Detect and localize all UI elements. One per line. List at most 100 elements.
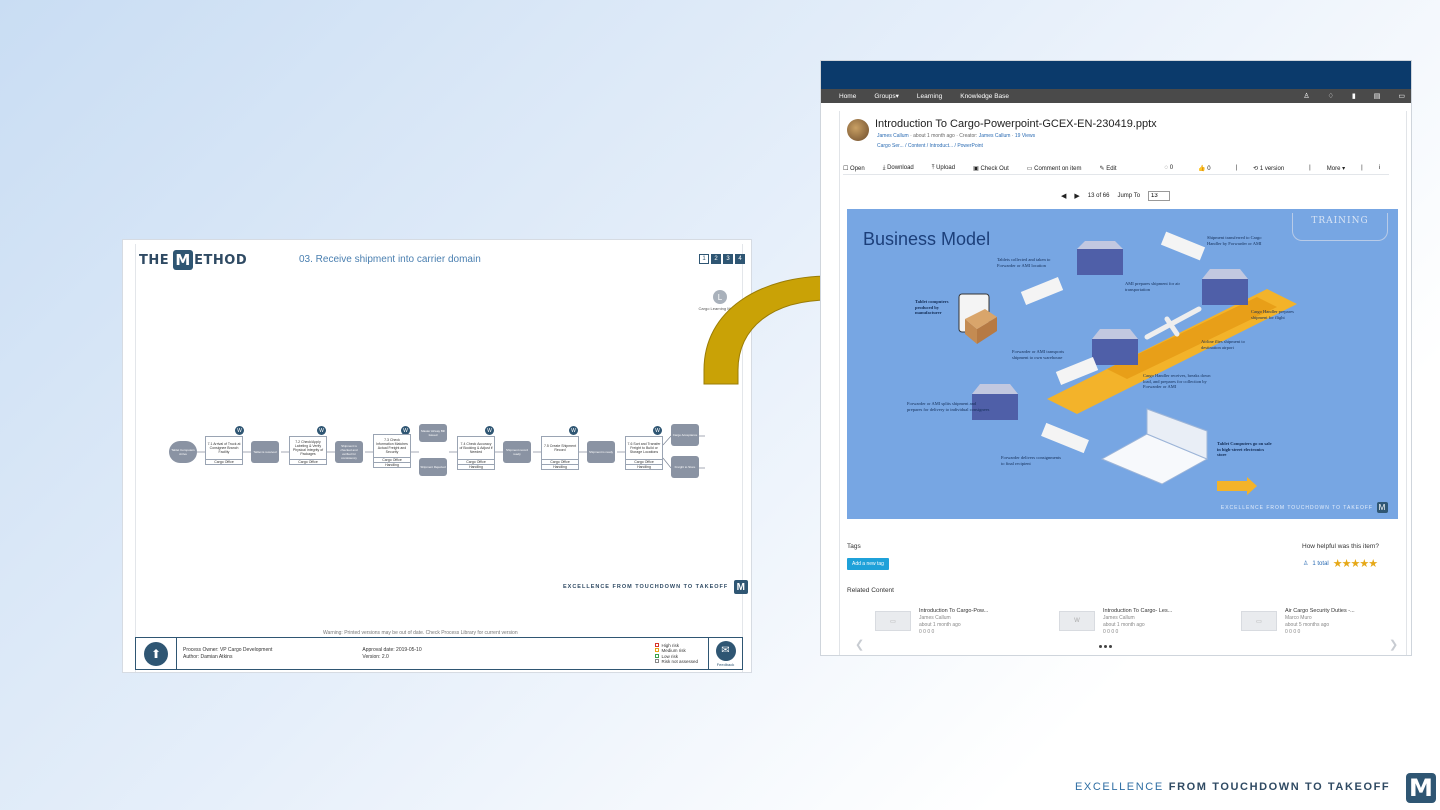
likes-count[interactable]: 👍 0 [1198,165,1219,172]
w-icon[interactable]: W [569,426,578,435]
flow-step-7-6[interactable]: 7.6 Sort and Transfer Freight to Build o… [625,436,663,470]
word-file-icon: W [1059,611,1095,631]
related-item[interactable]: ▭ Introduction To Cargo-Pow... James Cal… [875,608,1035,644]
related-author: Marco Muro [1285,615,1312,621]
check-out-button[interactable]: ▣ Check Out [973,165,1018,172]
comments-count[interactable]: ◌ 0 [1164,165,1182,172]
related-time: about 1 month ago [1103,622,1145,628]
related-title[interactable]: Air Cargo Security Duties -... [1285,608,1355,615]
flow-step-7-4[interactable]: 7.4 Check Accuracy of Booking & Adjust i… [457,436,495,470]
versions-button[interactable]: ⟲ 1 version [1253,165,1293,172]
footer-owner-block: Process Owner: VP Cargo Development Auth… [183,647,272,661]
feedback-button[interactable]: ✉ Feedback [708,637,742,670]
slide-note: Tablets collected and taken to Forwarder… [997,257,1051,268]
flow-event[interactable]: Tablet is received [251,441,279,463]
related-time: about 5 months ago [1285,622,1330,628]
nav-groups[interactable]: Groups▾ [874,92,899,100]
breadcrumb[interactable]: Cargo Ser... / Content / Introduct... / … [877,143,983,149]
flow-side-event[interactable]: Shipment Rejected [419,458,447,476]
download-button[interactable]: ⤓ Download [883,165,923,172]
flow-side-event[interactable]: Master Airway Bill Issued [419,424,447,442]
related-content-label: Related Content [847,587,894,594]
clipboard-icon[interactable]: ▤ [1374,92,1381,100]
flow-step-role: Handling [542,464,578,469]
avatar[interactable] [847,119,869,141]
method-process-screenshot: THE M ETHOD 03. Receive shipment into ca… [122,239,752,673]
w-icon[interactable]: W [653,426,662,435]
open-button[interactable]: ☐ Open [843,165,874,172]
method-slogan: EXCELLENCE FROM TOUCHDOWN TO TAKEOFF M [563,580,749,594]
slide-note: Airline flies shipment to destination ai… [1201,339,1245,350]
comment-button[interactable]: ▭ Comment on item [1027,165,1091,172]
star-rating-icon[interactable]: ★★★★★ [1333,557,1378,570]
related-author: James Callum [1103,615,1135,621]
w-icon[interactable]: W [485,426,494,435]
flow-event[interactable]: Shipment record ready [503,441,531,463]
related-title[interactable]: Introduction To Cargo- Les... [1103,608,1172,615]
nav-knowledge-base[interactable]: Knowledge Base [960,93,1009,100]
related-item[interactable]: W Introduction To Cargo- Les... James Ca… [1059,608,1219,644]
carousel-next-icon[interactable]: ❯ [1389,638,1398,651]
related-item[interactable]: ▭ Air Cargo Security Duties -... Marco M… [1241,608,1401,644]
slide-note: Forwarder delivers consignments to final… [1001,455,1061,466]
slide-note: Tablet Computers go on sale in high-stre… [1217,441,1272,457]
w-icon[interactable]: W [235,426,244,435]
flow-step-7-5[interactable]: 7.5 Create Shipment Record Cargo Office … [541,436,579,470]
footer-divider [176,637,177,670]
arrow-up-icon[interactable]: ⬆ [144,641,168,666]
nav-icons: ♙ ♢ ▮ ▤ ▭ [1303,92,1405,100]
slide-note: Forwarder or AMI splits shipment and pre… [907,401,990,412]
flow-step-role: Handling [458,464,494,469]
flow-event[interactable]: Shipment is checked and verified for con… [335,441,363,463]
upload-button[interactable]: ⤒ Upload [932,165,964,172]
edit-button[interactable]: ✎ Edit [1100,165,1126,172]
flow-end-event[interactable]: Cargo Acceptance [671,424,699,446]
flow-event[interactable]: Shipment is ready [587,441,615,463]
training-badge: TRAINING [1292,213,1388,241]
meta-views: 19 Views [1014,133,1036,139]
document-meta: James Callum · about 1 month ago · Creat… [877,133,1036,139]
document-toolbar: ☐ Open ⤓ Download ⤒ Upload ▣ Check Out ▭… [843,163,1389,175]
envelope-icon: ✉ [715,640,736,661]
flow-step-7-1[interactable]: 7.1 Arrival of Truck at Consignee Branch… [205,436,243,465]
related-stats: 0 0 0 0 [1285,629,1301,635]
page-indicator: 13 of 66 [1087,193,1110,199]
w-icon[interactable]: W [317,426,326,435]
flow-step-text: 7.2 Check/Apply Labeling & Verify Physic… [292,440,324,456]
business-model-illustration [958,231,1297,495]
chat-icon[interactable]: ▭ [1398,92,1405,100]
prev-slide-icon[interactable]: ◀ [1061,192,1066,200]
slide-note: AMI prepares shipment for air transporta… [1125,281,1180,292]
nav-home[interactable]: Home [839,93,856,100]
lightbulb-icon[interactable]: ♢ [1328,92,1334,100]
carousel-prev-icon[interactable]: ❮ [855,638,864,651]
add-tag-button[interactable]: Add a new tag [847,558,889,570]
flow-step-7-2[interactable]: 7.2 Check/Apply Labeling & Verify Physic… [289,436,327,465]
tags-label: Tags [847,543,861,550]
person-icon[interactable]: ♙ [1303,92,1309,100]
flow-end-event[interactable]: Freight to Store [671,456,699,478]
slide-title: Business Model [863,229,991,249]
carousel-dots[interactable] [1099,645,1112,648]
file-thumbnail-icon: ▭ [1241,611,1277,631]
flow-step-role: Handling [374,462,410,467]
approval-date: Approval date: 2019-05-10 [362,646,422,653]
jump-to-input[interactable] [1148,191,1171,201]
bookmark-icon[interactable]: ▮ [1352,92,1356,100]
rating-total[interactable]: 1 total [1312,561,1328,567]
flow-step-7-3[interactable]: 7.3 Check Information Matches Actual Fre… [373,434,411,468]
flow-start-event[interactable]: Tablet Computers Arrive [169,441,197,463]
related-title[interactable]: Introduction To Cargo-Pow... [919,608,988,615]
method-slogan-text: EXCELLENCE FROM TOUCHDOWN TO TAKEOFF [563,584,729,590]
meta-author-link[interactable]: James Callum [877,133,909,139]
jump-to-label: Jump To [1117,193,1141,199]
next-slide-icon[interactable]: ▶ [1074,192,1079,200]
more-menu[interactable]: More ▾ [1327,165,1345,172]
meta-creator-label: Creator: [959,133,978,139]
flow-step-text: 7.4 Check Accuracy of Booking & Adjust i… [459,442,493,454]
info-icon[interactable]: i [1379,165,1380,172]
nav-learning[interactable]: Learning [917,93,942,100]
person-icon: ♙ [1303,561,1309,567]
flow-step-text: 7.6 Sort and Transfer Freight to Build o… [627,442,661,454]
meta-creator-link[interactable]: James Callum [979,133,1011,139]
